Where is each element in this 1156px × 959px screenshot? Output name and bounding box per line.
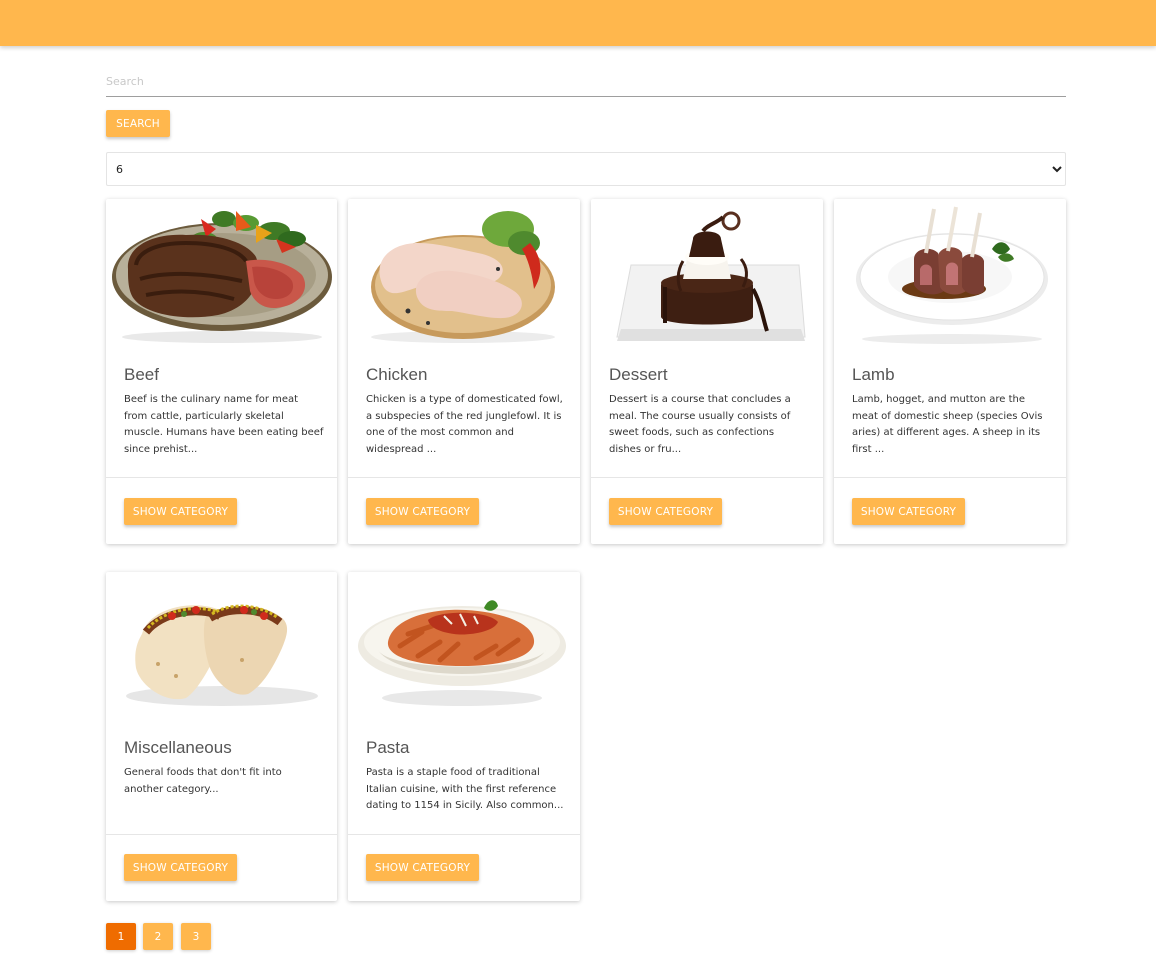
show-category-button[interactable]: SHOW CATEGORY [609,498,722,525]
card-divider [348,477,580,478]
card-divider [348,834,580,835]
card-divider [834,477,1066,478]
card-description: Lamb, hogget, and mutton are the meat of… [852,394,1043,455]
card-title: Chicken [366,365,428,384]
show-category-button[interactable]: SHOW CATEGORY [852,498,965,525]
card-description: Beef is the culinary name for meat from … [124,394,324,455]
card-divider [106,477,337,478]
search-field [106,66,1066,97]
page-button-2[interactable]: 2 [143,923,173,950]
show-category-button[interactable]: SHOW CATEGORY [124,498,237,525]
show-category-button[interactable]: SHOW CATEGORY [366,498,479,525]
steak-plate-image [106,199,337,349]
category-card-lamb: Lamb Lamb, hogget, and mutton are the me… [834,199,1066,544]
card-title: Beef [124,365,159,384]
top-app-bar [0,0,1156,46]
page-button-1[interactable]: 1 [106,923,136,950]
raw-chicken-image [348,199,580,349]
show-category-button[interactable]: SHOW CATEGORY [124,854,237,881]
chocolate-cake-image [591,199,823,349]
search-button[interactable]: SEARCH [106,110,170,137]
category-card-pasta: Pasta Pasta is a staple food of traditio… [348,572,580,901]
card-description: Pasta is a staple food of traditional It… [366,767,564,812]
card-description: General foods that don't fit into anothe… [124,767,282,795]
page-size-select-wrap: 6 [106,152,1066,186]
card-title: Miscellaneous [124,738,232,757]
category-card-beef: Beef Beef is the culinary name for meat … [106,199,337,544]
page-button-3[interactable]: 3 [181,923,211,950]
card-title: Lamb [852,365,895,384]
card-description: Dessert is a course that concludes a mea… [609,394,791,455]
category-card-miscellaneous: Miscellaneous General foods that don't f… [106,572,337,901]
lamb-chops-image [834,199,1066,349]
card-divider [106,834,337,835]
tacos-image [106,572,337,722]
card-title: Pasta [366,738,410,757]
card-title: Dessert [609,365,668,384]
category-card-chicken: Chicken Chicken is a type of domesticate… [348,199,580,544]
page-size-select[interactable]: 6 [106,152,1066,186]
show-category-button[interactable]: SHOW CATEGORY [366,854,479,881]
pasta-bowl-image [348,572,580,722]
card-description: Chicken is a type of domesticated fowl, … [366,394,563,455]
search-input[interactable] [106,66,1066,96]
category-card-dessert: Dessert Dessert is a course that conclud… [591,199,823,544]
card-divider [591,477,823,478]
